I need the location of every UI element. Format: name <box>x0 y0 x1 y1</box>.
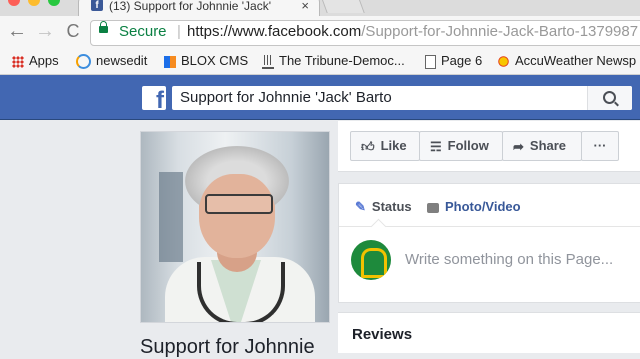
page-actions-bar: 👍︎ Like ☴ Follow ➦ Share ··· <box>338 121 640 172</box>
share-arrow-icon: ➦ <box>513 138 524 154</box>
bookmarks-bar: Apps newsedit BLOX CMS The Tribune-Democ… <box>0 48 640 75</box>
share-button[interactable]: ➦ Share <box>502 131 582 161</box>
url-path: /Support-for-Johnnie-Jack-Barto-1379987 <box>361 23 639 40</box>
active-tab-caret <box>370 218 387 235</box>
accuweather-icon <box>497 55 510 69</box>
browser-toolbar: ← → C Secure | https://www.facebook.com/… <box>0 16 640 48</box>
newsedit-icon <box>76 54 91 70</box>
pencil-icon: ✎ <box>355 199 366 214</box>
forward-button[interactable]: → <box>34 20 56 42</box>
bookmark-label: Page 6 <box>441 53 483 68</box>
new-tab-button[interactable] <box>321 0 365 13</box>
thumbs-up-icon: 👍︎ <box>361 138 375 154</box>
composer-input[interactable]: Write something on this Page... <box>405 251 613 268</box>
bookmark-label: The Tribune-Democ... <box>279 53 405 68</box>
address-bar[interactable]: Secure | https://www.facebook.com/Suppor… <box>90 20 640 46</box>
bookmark-apps[interactable]: Apps <box>12 53 59 68</box>
camera-icon <box>427 202 439 213</box>
tab-strip: f (13) Support for Johnnie 'Jack' × <box>0 0 640 17</box>
follow-label: Follow <box>447 138 489 153</box>
secure-label: Secure <box>119 23 167 40</box>
more-button[interactable]: ··· <box>581 131 619 161</box>
rss-icon: ☴ <box>430 138 442 154</box>
search-input[interactable]: Support for Johnnie 'Jack' Barto <box>180 89 392 106</box>
tab-status[interactable]: ✎ Status <box>355 199 412 215</box>
browser-tab[interactable]: f (13) Support for Johnnie 'Jack' × <box>78 0 320 17</box>
minimize-window-button[interactable] <box>28 0 40 6</box>
more-icon: ··· <box>593 138 607 153</box>
url-scheme: https:// <box>187 23 233 40</box>
bookmark-blox-cms[interactable]: BLOX CMS <box>164 53 248 68</box>
page-icon <box>425 54 436 69</box>
zoom-window-button[interactable] <box>48 0 60 6</box>
follow-button[interactable]: ☴ Follow <box>419 131 503 161</box>
like-label: Like <box>380 138 407 153</box>
photo-stethoscope <box>197 262 285 322</box>
photo-glasses <box>205 194 273 214</box>
harp-icon <box>361 248 387 278</box>
close-window-button[interactable] <box>8 0 20 6</box>
url-text[interactable]: https://www.facebook.com/Support-for-Joh… <box>187 23 638 40</box>
bookmark-tribune[interactable]: The Tribune-Democ... <box>262 53 405 69</box>
lock-icon <box>99 21 108 33</box>
page-title: Support for Johnnie <box>140 336 315 358</box>
blox-icon <box>164 55 176 68</box>
search-icon <box>603 91 616 104</box>
bookmark-label: newsedit <box>96 53 148 68</box>
share-label: Share <box>529 138 567 153</box>
tab-title: (13) Support for Johnnie 'Jack' <box>109 0 271 13</box>
facebook-favicon-icon: f <box>91 0 103 11</box>
profile-photo[interactable] <box>140 131 330 323</box>
bookmark-label: AccuWeather Newsp <box>515 53 637 68</box>
photo-doorway <box>159 172 183 262</box>
tribune-icon <box>262 54 274 69</box>
facebook-header: f Support for Johnnie 'Jack' Barto <box>0 75 640 120</box>
bookmark-page6[interactable]: Page 6 <box>425 53 482 69</box>
facebook-logo-icon[interactable]: f <box>142 86 166 110</box>
reload-button[interactable]: C <box>62 20 84 42</box>
bookmark-accuweather[interactable]: AccuWeather Newsp <box>497 53 637 69</box>
avatar[interactable] <box>351 240 391 280</box>
photo-video-label: Photo/Video <box>445 199 521 214</box>
apps-grid-icon <box>12 55 24 68</box>
url-host: www.facebook.com <box>232 23 362 40</box>
reviews-heading: Reviews <box>352 326 413 343</box>
photo-face-front <box>199 174 275 258</box>
search-button[interactable] <box>587 86 632 110</box>
like-button[interactable]: 👍︎ Like <box>350 131 420 161</box>
back-button[interactable]: ← <box>6 20 28 42</box>
status-label: Status <box>371 199 412 214</box>
address-separator: | <box>177 23 181 40</box>
bookmark-newsedit[interactable]: newsedit <box>76 53 148 70</box>
tab-photo-video[interactable]: Photo/Video <box>427 199 521 214</box>
tab-close-icon[interactable]: × <box>301 0 309 13</box>
bookmark-label: Apps <box>29 53 59 68</box>
post-composer: ✎ Status Photo/Video Write something on t… <box>338 183 640 303</box>
facebook-search-box[interactable]: Support for Johnnie 'Jack' Barto <box>172 86 632 110</box>
facebook-logo-letter: f <box>156 87 164 110</box>
bookmark-label: BLOX CMS <box>181 53 249 68</box>
reviews-card: Reviews <box>338 312 640 353</box>
